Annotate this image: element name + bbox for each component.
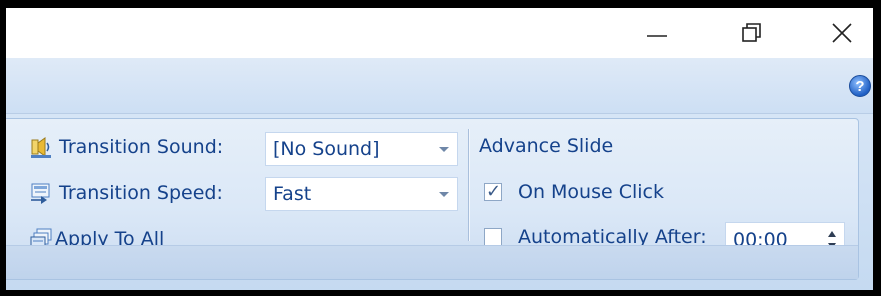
close-icon [832, 23, 852, 43]
powerpoint-window: ? Transition Sound: [No Sound] Transitio… [6, 8, 873, 290]
transition-sound-dropdown[interactable]: [No Sound] [265, 132, 458, 166]
on-mouse-click-label: On Mouse Click [518, 181, 664, 203]
help-icon: ? [855, 77, 865, 95]
ribbon-tab-strip: ? [6, 58, 873, 114]
on-mouse-click-option[interactable]: On Mouse Click [484, 181, 664, 203]
spin-up-icon[interactable] [828, 231, 836, 237]
advance-slide-heading: Advance Slide [479, 135, 613, 157]
transition-speed-icon [29, 181, 53, 205]
restore-button[interactable] [724, 8, 780, 58]
minimize-icon [647, 35, 667, 37]
transition-sound-icon [29, 135, 53, 159]
minimize-button[interactable] [629, 8, 685, 58]
transition-speed-value: Fast [273, 183, 312, 205]
ribbon-body: Transition Sound: [No Sound] Transition … [6, 114, 873, 290]
chevron-down-icon [439, 147, 449, 152]
close-button[interactable] [814, 8, 870, 58]
chevron-down-icon [439, 192, 449, 197]
help-button[interactable]: ? [849, 75, 871, 97]
restore-icon [742, 23, 761, 42]
group-footer [6, 245, 858, 279]
transition-sound-label: Transition Sound: [59, 136, 224, 158]
group-divider [468, 129, 469, 241]
transition-sound-row: Transition Sound: [29, 135, 223, 159]
transition-group: Transition Sound: [No Sound] Transition … [6, 118, 859, 280]
automatically-after-checkbox[interactable] [484, 228, 502, 246]
title-bar [6, 8, 873, 58]
transition-sound-value: [No Sound] [273, 138, 380, 160]
on-mouse-click-checkbox[interactable] [484, 181, 502, 202]
transition-speed-label: Transition Speed: [59, 182, 223, 204]
advance-slide-heading-text: Advance Slide [479, 135, 614, 157]
transition-speed-row: Transition Speed: [29, 181, 223, 205]
transition-speed-dropdown[interactable]: Fast [265, 177, 458, 211]
